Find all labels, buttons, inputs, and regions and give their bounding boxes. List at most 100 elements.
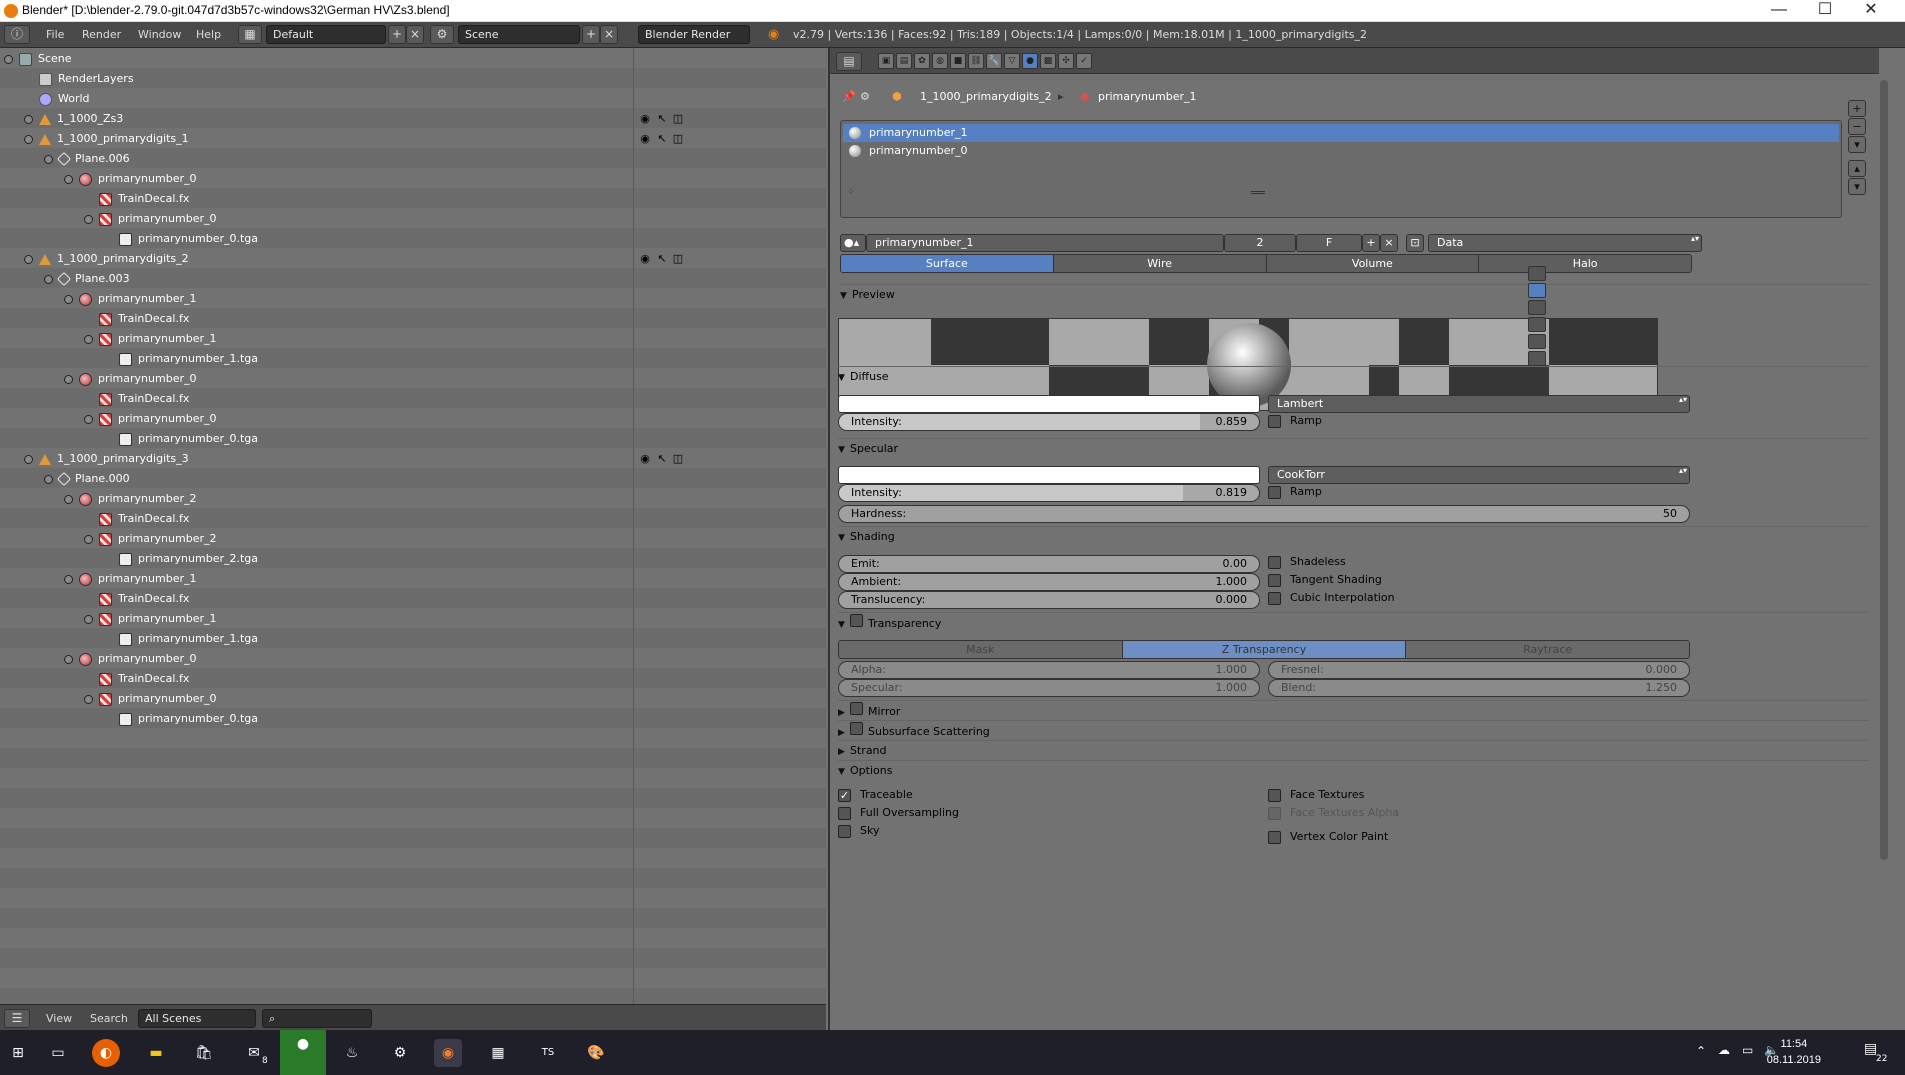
expand-toggle-icon[interactable] xyxy=(64,294,73,304)
editor-type-icon[interactable]: ⓘ xyxy=(4,25,30,44)
outliner-row[interactable]: primarynumber_1 xyxy=(4,329,822,349)
onedrive-icon[interactable]: ☁ xyxy=(1718,1043,1730,1057)
specular-shader-select[interactable]: CookTorr xyxy=(1268,466,1690,484)
close-button[interactable]: ✕ xyxy=(1848,0,1894,22)
expand-toggle-icon[interactable] xyxy=(64,494,73,504)
display-mode-select[interactable]: All Scenes xyxy=(138,1009,256,1028)
tab-halo[interactable]: Halo xyxy=(1479,255,1691,272)
expand-toggle-icon[interactable] xyxy=(24,134,33,144)
slot-specials-button[interactable]: ▾ xyxy=(1848,136,1866,153)
section-diffuse[interactable]: ▼ Diffuse xyxy=(838,366,1868,386)
outliner-row[interactable]: Plane.003 xyxy=(4,269,822,289)
section-preview[interactable]: ▼ Preview xyxy=(840,284,1870,304)
browse-material-icon[interactable]: ●▴ xyxy=(840,234,866,252)
list-item[interactable]: primarynumber_0 xyxy=(843,142,1839,160)
render-engine-select[interactable]: Blender Render xyxy=(638,25,750,44)
face-textures-checkbox[interactable]: Face Textures xyxy=(1268,788,1364,804)
outliner-row[interactable]: Scene xyxy=(4,49,822,69)
outliner-row[interactable]: primarynumber_1.tga xyxy=(4,629,822,649)
remove-layout-icon[interactable]: × xyxy=(406,25,424,44)
add-layout-icon[interactable]: + xyxy=(388,25,406,44)
outliner-row[interactable]: 1_1000_primarydigits_1 xyxy=(4,129,822,149)
visibility-eye-icon[interactable]: ◉ xyxy=(638,452,652,466)
fake-user-toggle[interactable]: F xyxy=(1296,234,1362,252)
menu-window[interactable]: Window xyxy=(138,28,181,41)
remove-slot-button[interactable]: − xyxy=(1848,118,1866,135)
tray-chevron-icon[interactable]: ⌃ xyxy=(1696,1044,1706,1058)
specular-ramp-checkbox[interactable]: Ramp xyxy=(1268,485,1322,501)
hardness-field[interactable]: Hardness: 50 xyxy=(838,505,1690,523)
sss-checkbox[interactable] xyxy=(850,721,868,735)
selectability-cursor-icon[interactable]: ↖ xyxy=(655,452,669,466)
diffuse-shader-select[interactable]: Lambert xyxy=(1268,395,1690,413)
outliner-row[interactable]: primarynumber_1 xyxy=(4,609,822,629)
outliner-row[interactable]: primarynumber_0 xyxy=(4,169,822,189)
search-input[interactable]: ⌕ xyxy=(262,1009,372,1028)
properties-scrollbar[interactable] xyxy=(1880,80,1888,860)
outliner-row[interactable]: 1_1000_Zs3 xyxy=(4,109,822,129)
add-scene-icon[interactable]: + xyxy=(582,25,600,44)
visibility-eye-icon[interactable]: ◉ xyxy=(638,132,652,146)
tangent-shading-checkbox[interactable]: Tangent Shading xyxy=(1268,573,1382,589)
preview-sky-icon[interactable] xyxy=(1528,351,1546,366)
emit-field[interactable]: Emit: 0.00 xyxy=(838,555,1260,573)
selectability-cursor-icon[interactable]: ↖ xyxy=(655,112,669,126)
menu-search[interactable]: Search xyxy=(90,1012,128,1025)
blend-field[interactable]: Blend: 1.250 xyxy=(1268,679,1690,697)
blender-taskbar-icon[interactable]: ◉ xyxy=(434,1039,462,1067)
outliner-row[interactable]: primarynumber_1 xyxy=(4,569,822,589)
move-down-button[interactable]: ▾ xyxy=(1848,178,1866,195)
expand-toggle-icon[interactable] xyxy=(84,334,93,344)
outliner-row[interactable]: TrainDecal.fx xyxy=(4,309,822,329)
tab-object-icon[interactable]: ■ xyxy=(950,53,966,69)
outliner-row[interactable]: TrainDecal.fx xyxy=(4,389,822,409)
section-sss[interactable]: ▶ Subsurface Scattering xyxy=(838,720,1868,740)
scene-select[interactable]: Scene xyxy=(458,25,580,44)
renderability-camera-icon[interactable]: ◫ xyxy=(671,132,685,146)
tab-surface[interactable]: Surface xyxy=(841,255,1054,272)
taskbar-clock[interactable]: 11:54 08.11.2019 xyxy=(1767,1036,1821,1068)
outliner-row[interactable]: primarynumber_1.tga xyxy=(4,349,822,369)
specular-color-swatch[interactable] xyxy=(838,466,1260,484)
file-explorer-icon[interactable]: ▬ xyxy=(142,1039,170,1067)
link-select[interactable]: Data xyxy=(1428,234,1702,252)
outliner-row[interactable]: primarynumber_0 xyxy=(4,209,822,229)
spotify-icon[interactable]: ● xyxy=(280,1030,326,1075)
expand-toggle-icon[interactable] xyxy=(24,254,33,264)
specular-intensity-slider[interactable]: Intensity: 0.819 xyxy=(838,484,1260,502)
tab-raytrace[interactable]: Raytrace xyxy=(1406,641,1689,658)
section-shading[interactable]: ▼ Shading xyxy=(838,526,1868,546)
preview-monkey-icon[interactable] xyxy=(1528,317,1546,332)
move-up-button[interactable]: ▴ xyxy=(1848,160,1866,177)
section-mirror[interactable]: ▶ Mirror xyxy=(838,700,1868,720)
outliner-row[interactable]: Plane.006 xyxy=(4,149,822,169)
outliner-row[interactable]: 1_1000_primarydigits_2 xyxy=(4,249,822,269)
outliner-row[interactable]: primarynumber_0.tga xyxy=(4,429,822,449)
section-options[interactable]: ▼ Options xyxy=(838,760,1868,780)
section-transparency[interactable]: ▼ Transparency xyxy=(838,612,1868,632)
editor-type-icon[interactable]: ▤ xyxy=(836,52,862,71)
tab-physics-icon[interactable]: ✓ xyxy=(1076,53,1092,69)
outliner-row[interactable]: TrainDecal.fx xyxy=(4,509,822,529)
expand-toggle-icon[interactable] xyxy=(84,614,93,624)
menu-render[interactable]: Render xyxy=(82,28,121,41)
preview-hair-icon[interactable] xyxy=(1528,334,1546,349)
preview-cube-icon[interactable] xyxy=(1528,300,1546,315)
ambient-field[interactable]: Ambient: 1.000 xyxy=(838,573,1260,591)
expand-toggle-icon[interactable] xyxy=(44,154,53,164)
task-view-icon[interactable]: ▭ xyxy=(44,1039,72,1067)
grip-icon[interactable]: ⁘ xyxy=(847,187,855,197)
outliner-row[interactable]: primarynumber_0.tga xyxy=(4,229,822,249)
expand-toggle-icon[interactable] xyxy=(84,534,93,544)
tab-world-icon[interactable]: ◍ xyxy=(932,53,948,69)
tab-scene-icon[interactable]: ✿ xyxy=(914,53,930,69)
diffuse-ramp-checkbox[interactable]: Ramp xyxy=(1268,414,1322,430)
tab-particles-icon[interactable]: ✣ xyxy=(1058,53,1074,69)
outliner-row[interactable]: primarynumber_2 xyxy=(4,489,822,509)
outliner-row[interactable]: TrainDecal.fx xyxy=(4,669,822,689)
section-strand[interactable]: ▶ Strand xyxy=(838,740,1868,760)
outliner-row[interactable]: primarynumber_0 xyxy=(4,649,822,669)
outliner-row[interactable]: primarynumber_2.tga xyxy=(4,549,822,569)
tab-data-icon[interactable]: ▽ xyxy=(1004,53,1020,69)
tab-modifiers-icon[interactable]: 🔧 xyxy=(986,53,1002,69)
